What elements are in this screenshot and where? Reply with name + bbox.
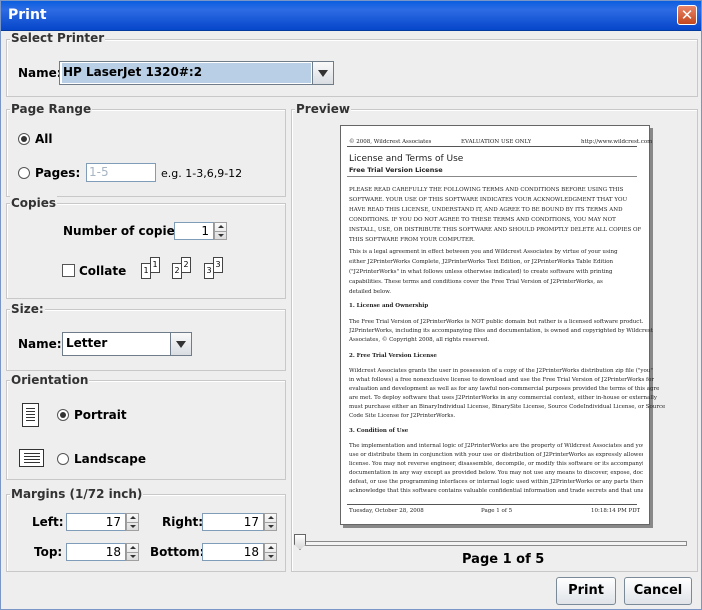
doc-heading-2: 2. Free Trial Version License: [349, 353, 437, 359]
doc-para2-line-4: capabilities. These terms and conditions…: [349, 279, 603, 285]
doc-para2-line-1: This is a legal agreement in effect betw…: [349, 249, 618, 255]
preview-page: © 2008, Wildcrest Associates EVALUATION …: [340, 125, 665, 525]
top-margin-input[interactable]: 18: [66, 543, 126, 561]
all-label: All: [35, 132, 53, 146]
bottom-margin-stepper[interactable]: [264, 543, 277, 561]
size-name-label: Name:: [18, 337, 62, 351]
portrait-label: Portrait: [74, 408, 127, 422]
doc-para4-line-6: Code Site License for J2PrinterWorks.: [349, 413, 456, 419]
page-range-group: [6, 109, 286, 197]
top-margin-stepper[interactable]: [126, 543, 139, 561]
print-dialog: Print ✕ Select Printer Name: HP LaserJet…: [0, 0, 702, 610]
close-icon[interactable]: ✕: [677, 5, 697, 25]
doc-heading-1: 1. License and Ownership: [349, 303, 429, 309]
pages-hint: e.g. 1-3,6,9-12: [161, 167, 243, 180]
portrait-radio[interactable]: [57, 409, 69, 421]
left-margin-input[interactable]: 17: [66, 513, 126, 531]
pages-radio[interactable]: [18, 167, 30, 179]
doc-header-left: © 2008, Wildcrest Associates: [349, 139, 432, 145]
page-range-label: Page Range: [10, 102, 93, 116]
pages-input[interactable]: 1-5: [86, 163, 156, 182]
copies-input[interactable]: 1: [174, 222, 214, 240]
collate-label: Collate: [79, 264, 127, 278]
doc-footer-center: Page 1 of 5: [481, 508, 513, 514]
doc-para1-line-6: THIS SOFTWARE FROM YOUR COMPUTER.: [349, 237, 475, 243]
doc-header-right: http://www.wildcrest.com: [581, 139, 653, 145]
number-of-copies-label: Number of copies:: [63, 224, 187, 238]
all-radio[interactable]: [18, 133, 30, 145]
landscape-page-icon: [19, 449, 44, 467]
copies-label: Copies: [10, 196, 58, 210]
doc-para2-line-2: either J2PrinterWorks Complete, J2Printe…: [349, 259, 614, 265]
chevron-down-icon[interactable]: [170, 333, 191, 355]
doc-para1-line-5: INSTALL, USE, OR DISTRIBUTE THIS SOFTWAR…: [349, 227, 642, 233]
print-button[interactable]: Print: [556, 577, 616, 605]
doc-para5-line-5: defeat, or use the programming interface…: [349, 479, 643, 485]
top-margin-label: Top:: [34, 545, 63, 559]
margins-label: Margins (1/72 inch): [10, 487, 144, 501]
doc-para3-line-1: The Free Trial Version of J2PrinterWorks…: [349, 319, 644, 325]
doc-para4-line-1: Wildcrest Associates grants the user in …: [349, 368, 653, 374]
pages-label: Pages:: [35, 166, 81, 180]
orientation-group: [6, 380, 286, 480]
right-margin-input[interactable]: 17: [202, 513, 264, 531]
preview-label: Preview: [295, 102, 352, 116]
landscape-radio[interactable]: [57, 453, 69, 465]
doc-para5-line-6: acknowledge that this software contains …: [349, 488, 643, 494]
doc-header-center: EVALUATION USE ONLY: [461, 139, 532, 145]
bottom-margin-label: Bottom:: [150, 545, 205, 559]
printer-name-label: Name:: [18, 66, 62, 80]
landscape-label: Landscape: [74, 452, 146, 466]
doc-para2-line-3: ("J2PrinterWorks" in what follows unless…: [349, 269, 613, 275]
doc-para1-line-1: PLEASE READ CAREFULLY THE FOLLOWING TERM…: [349, 187, 624, 193]
title-bar[interactable]: Print ✕: [1, 1, 701, 31]
doc-para5-line-1: The implementation and internal logic of…: [349, 443, 643, 449]
cancel-button[interactable]: Cancel: [624, 577, 692, 605]
doc-para5-line-3: license. You may not reverse engineer, d…: [349, 461, 643, 467]
doc-para4-line-4: are met. To deploy software that uses J2…: [349, 395, 657, 401]
doc-para5-line-4: documentation in any way except as provi…: [349, 470, 643, 476]
doc-title: License and Terms of Use: [349, 154, 464, 164]
doc-para1-line-2: SOFTWARE. YOUR USE OF THIS SOFTWARE INDI…: [349, 197, 628, 203]
doc-footer-right: 10:18:14 PM PDT: [591, 508, 641, 514]
left-margin-stepper[interactable]: [126, 513, 139, 531]
doc-para4-line-2: in what follows) a free nonexclusive lic…: [349, 377, 655, 383]
bottom-margin-input[interactable]: 18: [202, 543, 264, 561]
copies-stepper[interactable]: [214, 222, 227, 240]
doc-para3-line-3: Associates, © Copyright 2008, all rights…: [349, 337, 490, 343]
doc-para4-line-5: must purchase either an BinaryIndividual…: [349, 404, 666, 410]
collate-icon: 1 1 2 2 3 3: [134, 255, 234, 285]
doc-para3-line-2: J2PrinterWorks, including its accompanyi…: [349, 328, 653, 334]
printer-selected-value: HP LaserJet 1320#:2: [62, 63, 311, 83]
printer-select[interactable]: HP LaserJet 1320#:2: [59, 61, 334, 85]
orientation-label: Orientation: [10, 373, 90, 387]
size-selected-value: Letter: [66, 336, 108, 350]
right-margin-stepper[interactable]: [264, 513, 277, 531]
doc-para1-line-4: CONDITIONS. IF YOU DO NOT AGREE TO THESE…: [349, 217, 616, 223]
doc-para5-line-2: use or distribute them in conjunction wi…: [349, 452, 643, 458]
portrait-page-icon: [22, 403, 39, 427]
right-margin-label: Right:: [162, 515, 204, 529]
page-indicator: Page 1 of 5: [462, 552, 545, 567]
doc-subtitle: Free Trial Version License: [349, 166, 443, 174]
doc-para2-line-5: detailed below.: [349, 289, 391, 295]
doc-heading-3: 3. Condition of Use: [349, 428, 409, 434]
doc-para4-line-3: evaluation and development as well as fo…: [349, 386, 660, 392]
select-printer-label: Select Printer: [10, 31, 106, 45]
size-label: Size:: [10, 302, 45, 316]
size-select[interactable]: Letter: [62, 332, 192, 356]
left-margin-label: Left:: [32, 515, 64, 529]
collate-checkbox[interactable]: [62, 264, 75, 277]
doc-para1-line-3: HAVE READ THIS LICENSE, UNDERSTAND IT, A…: [349, 207, 623, 213]
chevron-down-icon[interactable]: [312, 62, 333, 84]
doc-footer-left: Tuesday, October 28, 2008: [349, 508, 424, 514]
window-title: Print: [8, 7, 47, 23]
page-slider-track[interactable]: [299, 541, 687, 546]
